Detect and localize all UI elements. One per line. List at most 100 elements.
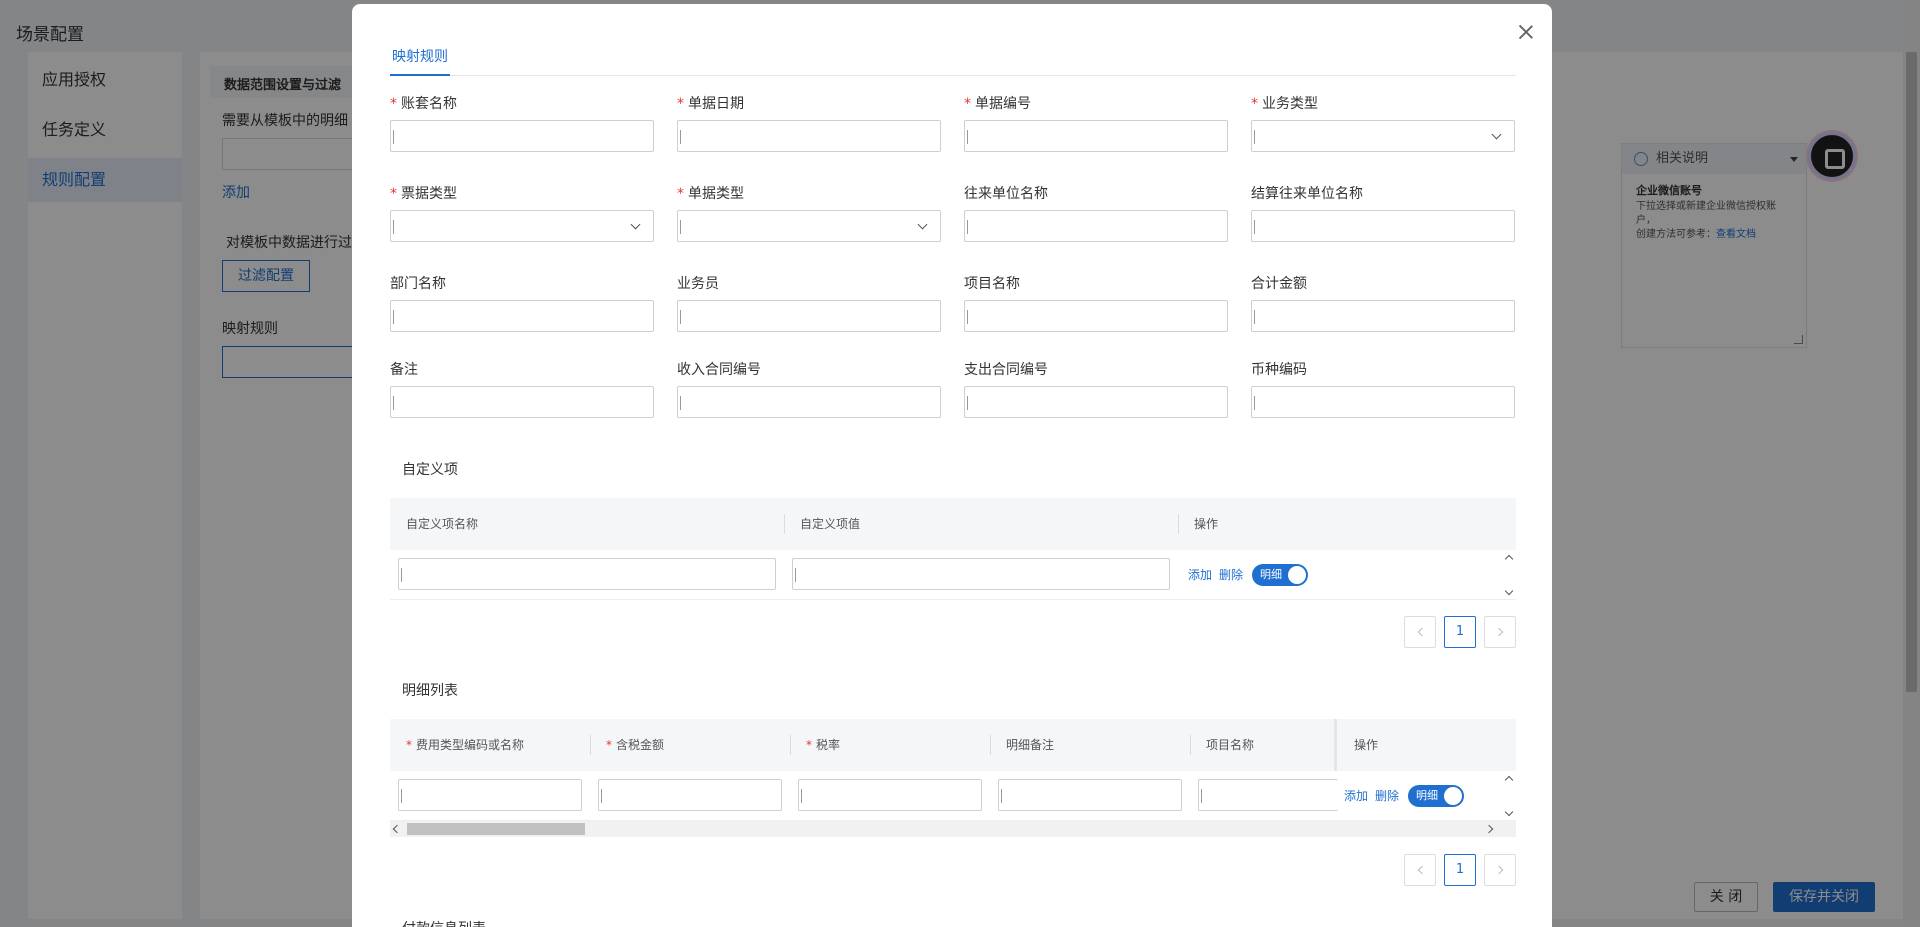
required-mark: * [964,96,971,112]
table-row: 添加 删除 明细 [390,771,1516,821]
form-field: 业务员 [677,274,941,332]
chevron-up-icon[interactable] [1504,554,1514,564]
prev-page-button[interactable] [1404,854,1436,886]
delete-row-link[interactable]: 删除 [1219,566,1243,583]
text-cursor [680,220,681,234]
field-label: 结算往来单位名称 [1251,186,1363,202]
text-cursor [967,396,968,410]
row-scrollbar[interactable] [1502,550,1516,600]
custom-value-input[interactable] [792,558,1170,590]
field-input[interactable] [1251,300,1515,332]
chevron-right-icon [1494,865,1503,875]
detail-pagination: 1 [1404,854,1516,886]
field-label: 支出合同编号 [964,362,1048,378]
field-input[interactable] [677,120,941,152]
column-header: * 含税金额 [606,738,665,752]
field-input[interactable] [964,386,1228,418]
column-header: * 税率 [806,738,841,752]
tab-mapping-rule[interactable]: 映射规则 [390,46,450,76]
detail-toggle[interactable]: 明细 [1252,564,1308,586]
field-select[interactable] [390,210,654,242]
field-input[interactable] [390,120,654,152]
chevron-up-icon[interactable] [1504,775,1514,785]
form-field: 支出合同编号 [964,360,1228,418]
custom-pagination: 1 [1404,616,1516,648]
next-page-button[interactable] [1484,616,1516,648]
mapping-rule-dialog: 映射规则 * 账套名称 * 单据日期 * 单据编号 * 业务类型 * 票据类型 * 单据类型 往来单位名… [352,4,1552,927]
field-label: 部门名称 [390,276,446,292]
text-cursor [393,396,394,410]
required-mark: * [1251,96,1258,112]
detail-toggle[interactable]: 明细 [1408,785,1464,807]
toggle-knob [1288,566,1306,584]
add-row-link[interactable]: 添加 [1344,787,1368,804]
horizontal-scrollbar-thumb[interactable] [407,823,585,835]
field-label: 业务员 [677,276,719,292]
field-label: * 票据类型 [390,186,457,202]
payment-section-title: 付款信息列表 [402,918,486,927]
field-input[interactable] [1251,386,1515,418]
form-field: 结算往来单位名称 [1251,184,1515,242]
chevron-left-icon [1417,865,1426,875]
field-input[interactable] [677,300,941,332]
chevron-down-icon [917,219,928,230]
field-input[interactable] [964,210,1228,242]
chevron-down-icon[interactable] [1504,586,1514,596]
field-label: 收入合同编号 [677,362,761,378]
page-number-button[interactable]: 1 [1444,616,1476,648]
tax-inclusive-amount-input[interactable] [598,779,782,811]
text-cursor [393,310,394,324]
close-icon[interactable] [1516,22,1536,42]
next-page-button[interactable] [1484,854,1516,886]
form-field: 币种编码 [1251,360,1515,418]
tax-rate-input[interactable] [798,779,982,811]
column-header: 项目名称 [1206,738,1255,752]
form-field: * 单据编号 [964,94,1228,152]
text-cursor [1254,396,1255,410]
column-header: 操作 [1354,738,1379,752]
custom-table-header: 自定义项名称 自定义项值 操作 [390,498,1516,550]
field-label: 备注 [390,362,418,378]
form-field: * 单据类型 [677,184,941,242]
page-number-button[interactable]: 1 [1444,854,1476,886]
field-label: 项目名称 [964,276,1020,292]
detail-remark-input[interactable] [998,779,1182,811]
custom-name-input[interactable] [398,558,776,590]
text-cursor [1254,220,1255,234]
field-label: 往来单位名称 [964,186,1048,202]
prev-page-button[interactable] [1404,616,1436,648]
form-field: * 业务类型 [1251,94,1515,152]
delete-row-link[interactable]: 删除 [1375,787,1399,804]
text-cursor [680,310,681,324]
field-input[interactable] [1251,210,1515,242]
form-field: 部门名称 [390,274,654,332]
form-field: * 单据日期 [677,94,941,152]
field-input[interactable] [677,386,941,418]
field-input[interactable] [390,300,654,332]
text-cursor [967,310,968,324]
field-input[interactable] [964,300,1228,332]
horizontal-scrollbar[interactable] [390,821,1516,837]
custom-section-title: 自定义项 [402,462,458,478]
required-mark: * [390,96,397,112]
form-field: * 票据类型 [390,184,654,242]
field-input[interactable] [390,386,654,418]
form-field: 收入合同编号 [677,360,941,418]
required-mark: * [390,186,397,202]
column-header: 自定义项名称 [406,517,479,531]
dialog-tabs: 映射规则 [390,36,1516,76]
text-cursor [1254,130,1255,144]
table-row: 添加 删除 明细 [390,550,1516,600]
field-select[interactable] [677,210,941,242]
custom-table: 自定义项名称 自定义项值 操作 添加 删除 明细 [390,498,1516,600]
field-select[interactable] [1251,120,1515,152]
field-input[interactable] [964,120,1228,152]
expense-type-input[interactable] [398,779,582,811]
column-header: 明细备注 [1006,738,1055,752]
row-scrollbar[interactable] [1502,771,1516,821]
project-name-input[interactable] [1198,779,1338,811]
chevron-right-icon[interactable] [1484,824,1494,834]
add-row-link[interactable]: 添加 [1188,566,1212,583]
chevron-down-icon[interactable] [1504,807,1514,817]
chevron-left-icon[interactable] [392,824,402,834]
